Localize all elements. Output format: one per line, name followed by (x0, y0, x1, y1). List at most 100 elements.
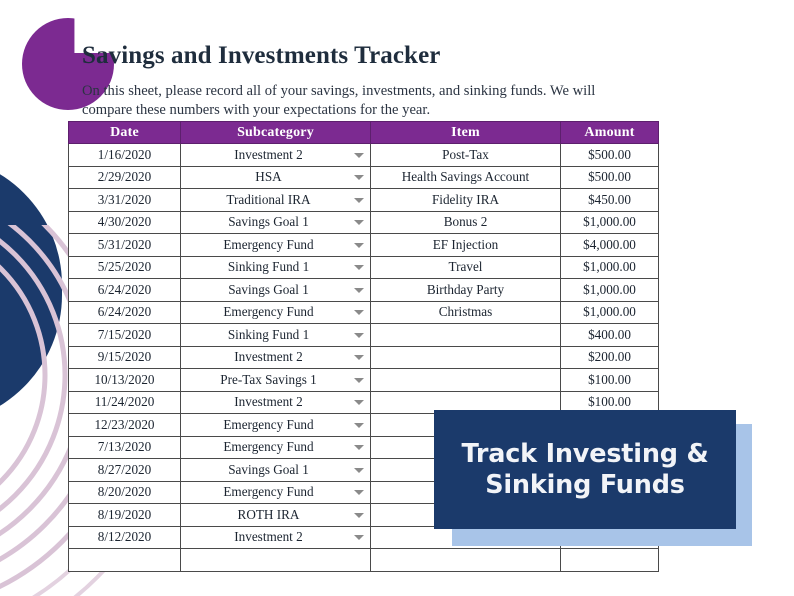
cell-subcategory[interactable]: Savings Goal 1 (180, 210, 371, 234)
cell-date[interactable]: 5/31/2020 (68, 233, 181, 257)
cell-item[interactable] (370, 345, 561, 369)
cell-amount[interactable] (560, 548, 659, 572)
chevron-down-icon[interactable] (354, 490, 364, 496)
cell-subcategory[interactable]: Emergency Fund (180, 413, 371, 437)
table-row: 6/24/2020 Savings Goal 1 Birthday Party $1,… (68, 278, 659, 302)
column-header-item[interactable]: Item (370, 121, 561, 144)
cell-amount[interactable]: $1,000.00 (560, 278, 659, 302)
cell-amount[interactable]: $100.00 (560, 368, 659, 392)
cell-date[interactable]: 6/24/2020 (68, 278, 181, 302)
cell-date[interactable]: 3/31/2020 (68, 188, 181, 212)
cell-date[interactable]: 11/24/2020 (68, 390, 181, 414)
chevron-down-icon[interactable] (354, 355, 364, 361)
cell-date[interactable]: 4/30/2020 (68, 210, 181, 234)
cell-item[interactable]: Health Savings Account (370, 165, 561, 189)
cell-date[interactable] (68, 548, 181, 572)
cell-item[interactable]: Travel (370, 255, 561, 279)
cell-subcategory[interactable]: Emergency Fund (180, 300, 371, 324)
cell-subcategory[interactable]: Sinking Fund 1 (180, 255, 371, 279)
chevron-down-icon[interactable] (354, 197, 364, 203)
cell-subcategory-text: Traditional IRA (226, 191, 311, 207)
cell-subcategory[interactable]: Savings Goal 1 (180, 458, 371, 482)
chevron-down-icon[interactable] (354, 220, 364, 226)
callout-box: Track Investing & Sinking Funds (434, 410, 736, 529)
column-header-amount[interactable]: Amount (560, 121, 659, 144)
cell-date[interactable]: 2/29/2020 (68, 165, 181, 189)
cell-subcategory-text: Sinking Fund 1 (227, 326, 310, 342)
cell-amount[interactable]: $1,000.00 (560, 255, 659, 279)
cell-subcategory[interactable]: Emergency Fund (180, 435, 371, 459)
table-row: 4/30/2020 Savings Goal 1 Bonus 2 $1,000.00 (68, 210, 659, 234)
callout-line-1: Track Investing & (461, 438, 709, 469)
cell-subcategory-text: Emergency Fund (223, 236, 314, 252)
cell-date[interactable]: 8/12/2020 (68, 525, 181, 549)
chevron-down-icon[interactable] (354, 445, 364, 451)
cell-subcategory[interactable]: Investment 2 (180, 525, 371, 549)
table-row: 7/15/2020 Sinking Fund 1 $400.00 (68, 323, 659, 347)
chevron-down-icon[interactable] (354, 332, 364, 338)
cell-subcategory[interactable]: Emergency Fund (180, 233, 371, 257)
cell-subcategory[interactable]: ROTH IRA (180, 503, 371, 527)
cell-subcategory[interactable]: Emergency Fund (180, 480, 371, 504)
cell-amount[interactable]: $450.00 (560, 188, 659, 212)
cell-amount[interactable]: $200.00 (560, 345, 659, 369)
cell-date[interactable]: 8/27/2020 (68, 458, 181, 482)
cell-subcategory[interactable]: Investment 2 (180, 345, 371, 369)
table-row: 5/31/2020 Emergency Fund EF Injection $4,00… (68, 233, 659, 257)
cell-subcategory-text: ROTH IRA (237, 506, 300, 522)
cell-item[interactable] (370, 368, 561, 392)
chevron-down-icon[interactable] (354, 422, 364, 428)
cell-amount[interactable]: $500.00 (560, 143, 659, 167)
navy-rounded-decoration (0, 155, 62, 425)
chevron-down-icon[interactable] (354, 377, 364, 383)
cell-subcategory[interactable]: Investment 2 (180, 143, 371, 167)
chevron-down-icon[interactable] (354, 310, 364, 316)
cell-date[interactable]: 10/13/2020 (68, 368, 181, 392)
cell-amount[interactable]: $400.00 (560, 323, 659, 347)
cell-amount[interactable]: $1,000.00 (560, 210, 659, 234)
cell-date[interactable]: 9/15/2020 (68, 345, 181, 369)
cell-item[interactable]: Fidelity IRA (370, 188, 561, 212)
chevron-down-icon[interactable] (354, 287, 364, 293)
cell-item[interactable] (370, 548, 561, 572)
cell-item[interactable]: Christmas (370, 300, 561, 324)
chevron-down-icon[interactable] (354, 242, 364, 248)
chevron-down-icon[interactable] (354, 152, 364, 158)
cell-subcategory[interactable]: HSA (180, 165, 371, 189)
cell-date[interactable]: 1/16/2020 (68, 143, 181, 167)
cell-date[interactable]: 7/15/2020 (68, 323, 181, 347)
cell-subcategory[interactable]: Pre-Tax Savings 1 (180, 368, 371, 392)
cell-subcategory[interactable]: Investment 2 (180, 390, 371, 414)
cell-item[interactable]: Bonus 2 (370, 210, 561, 234)
cell-amount[interactable]: $500.00 (560, 165, 659, 189)
chevron-down-icon[interactable] (354, 175, 364, 181)
cell-subcategory[interactable]: Traditional IRA (180, 188, 371, 212)
table-row: 2/29/2020 HSA Health Savings Account $500.0… (68, 165, 659, 189)
cell-date[interactable]: 6/24/2020 (68, 300, 181, 324)
cell-item[interactable] (370, 323, 561, 347)
cell-amount[interactable]: $4,000.00 (560, 233, 659, 257)
cell-subcategory[interactable] (180, 548, 371, 572)
cell-date[interactable]: 8/20/2020 (68, 480, 181, 504)
cell-amount[interactable]: $1,000.00 (560, 300, 659, 324)
cell-item[interactable]: Post-Tax (370, 143, 561, 167)
column-header-date[interactable]: Date (68, 121, 181, 144)
cell-subcategory[interactable]: Savings Goal 1 (180, 278, 371, 302)
chevron-down-icon[interactable] (354, 400, 364, 406)
cell-date[interactable]: 8/19/2020 (68, 503, 181, 527)
chevron-down-icon[interactable] (354, 467, 364, 473)
cell-subcategory[interactable]: Sinking Fund 1 (180, 323, 371, 347)
cell-subcategory-text: Emergency Fund (223, 416, 314, 432)
chevron-down-icon[interactable] (354, 512, 364, 518)
column-header-subcategory[interactable]: Subcategory (180, 121, 371, 144)
cell-item[interactable]: Birthday Party (370, 278, 561, 302)
chevron-down-icon[interactable] (354, 265, 364, 271)
page-description: On this sheet, please record all of your… (82, 83, 596, 118)
cell-date[interactable]: 12/23/2020 (68, 413, 181, 437)
cell-item[interactable]: EF Injection (370, 233, 561, 257)
callout-line-2: Sinking Funds (485, 469, 685, 500)
chevron-down-icon[interactable] (354, 535, 364, 541)
cell-date[interactable]: 5/25/2020 (68, 255, 181, 279)
slide-canvas: Savings and Investments Tracker On this … (0, 0, 794, 596)
cell-date[interactable]: 7/13/2020 (68, 435, 181, 459)
